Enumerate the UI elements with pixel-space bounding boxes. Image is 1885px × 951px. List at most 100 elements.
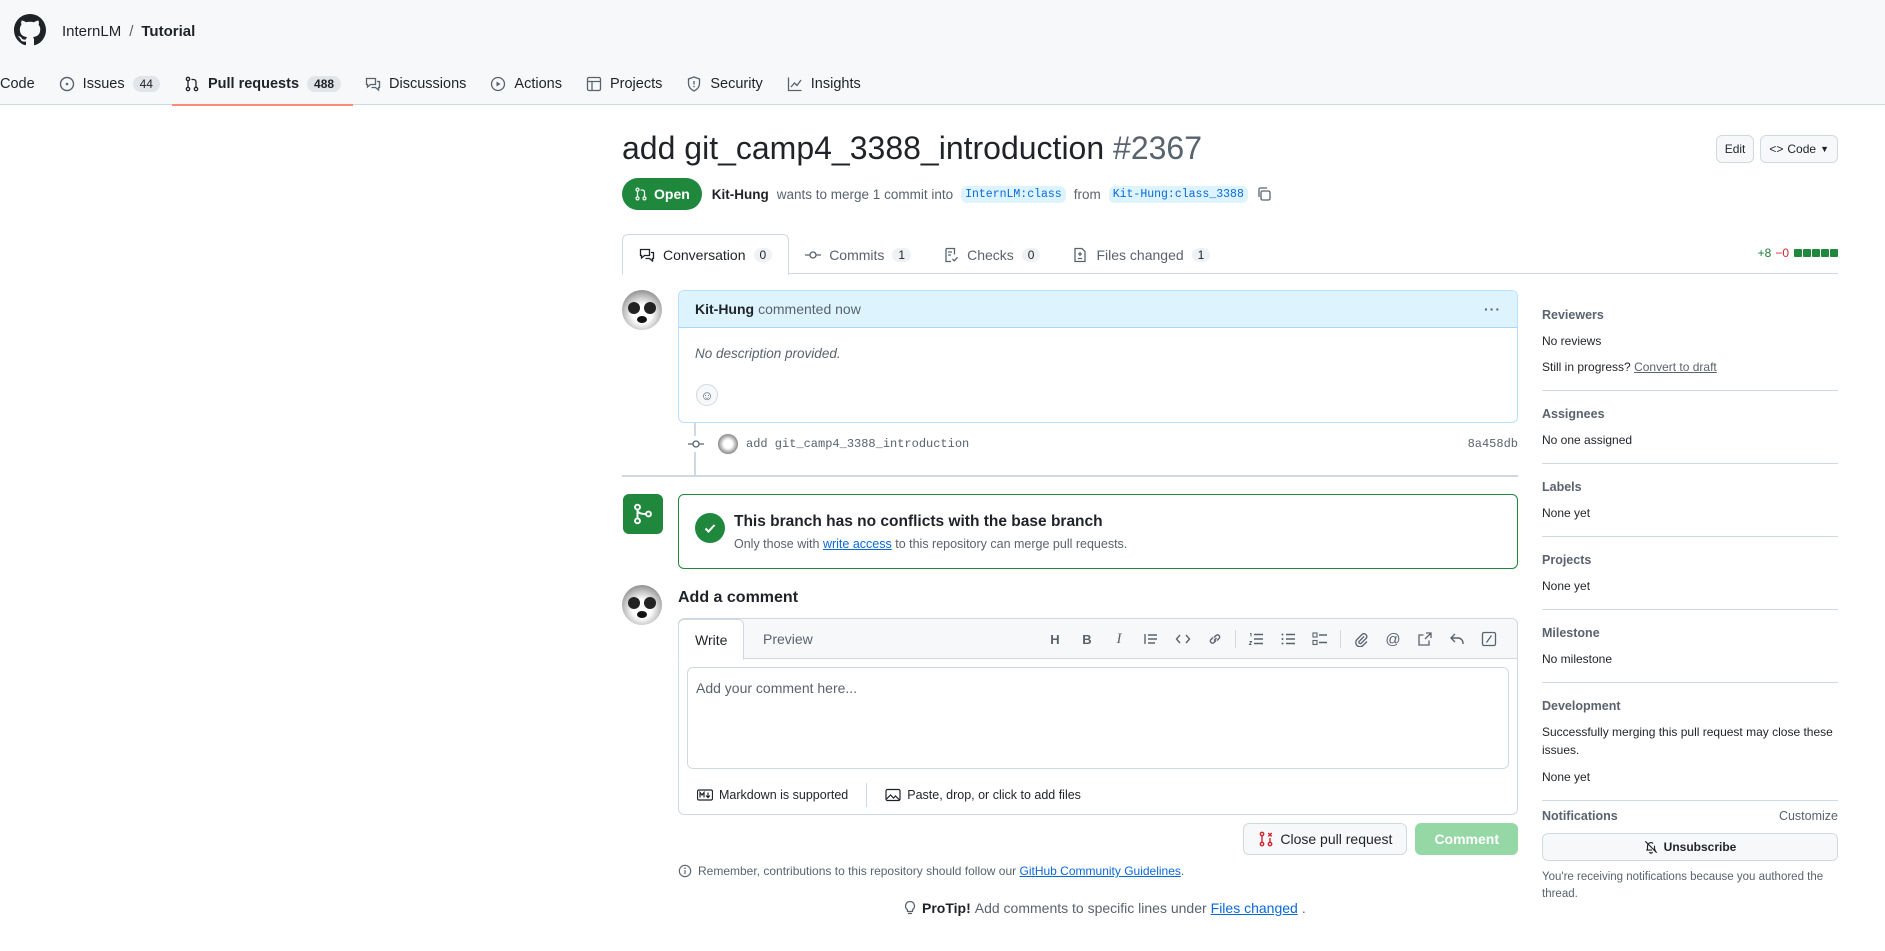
slash-command-icon[interactable]	[1473, 627, 1505, 651]
milestone-heading[interactable]: Milestone	[1542, 626, 1838, 640]
avatar[interactable]	[622, 585, 662, 625]
nav-issues[interactable]: Issues 44	[47, 62, 172, 105]
tab-commits-count: 1	[892, 247, 912, 262]
attach-files-button[interactable]: Paste, drop, or click to add files	[867, 787, 1099, 803]
unordered-list-icon[interactable]	[1272, 627, 1304, 651]
diffstat-deletions: −0	[1775, 246, 1789, 260]
edit-button-label: Edit	[1724, 142, 1746, 156]
nav-projects[interactable]: Projects	[574, 62, 674, 105]
cross-reference-icon[interactable]	[1409, 627, 1441, 651]
kebab-menu-icon[interactable]: ···	[1484, 301, 1501, 317]
nav-insights[interactable]: Insights	[775, 62, 873, 105]
guidelines-note: Remember, contributions to this reposito…	[678, 864, 1184, 878]
tab-checks-label: Checks	[967, 246, 1014, 263]
development-heading[interactable]: Development	[1542, 699, 1838, 713]
labels-heading[interactable]: Labels	[1542, 480, 1838, 494]
tab-commits[interactable]: Commits 1	[789, 234, 927, 275]
tab-checks-count: 0	[1021, 247, 1041, 262]
assignees-heading[interactable]: Assignees	[1542, 407, 1838, 421]
comment-textarea[interactable]: Add your comment here...	[687, 667, 1509, 769]
diffstat: +8 −0	[1758, 246, 1838, 260]
community-guidelines-link[interactable]: GitHub Community Guidelines	[1020, 864, 1181, 878]
comment-author[interactable]: Kit-Hung	[695, 301, 754, 317]
nav-code-label: Code	[0, 75, 35, 92]
pull-requests-counter: 488	[307, 75, 342, 92]
caret-down-icon: ▼	[1820, 144, 1829, 154]
commit-avatar[interactable]	[718, 434, 738, 454]
commit-message[interactable]: add git_camp4_3388_introduction	[746, 437, 969, 451]
breadcrumb-owner[interactable]: InternLM	[62, 23, 121, 40]
unsubscribe-button[interactable]: Unsubscribe	[1542, 833, 1838, 861]
development-desc: Successfully merging this pull request m…	[1542, 725, 1833, 757]
tab-write[interactable]: Write	[678, 619, 745, 660]
comment-box: Kit-Hung commented now ··· No descriptio…	[678, 290, 1518, 423]
notifications-note: You're receiving notifications because y…	[1542, 871, 1824, 900]
status-badge: Open	[622, 178, 702, 210]
customize-link[interactable]: Customize	[1779, 809, 1838, 823]
head-branch[interactable]: Kit-Hung:class_3388	[1108, 185, 1248, 203]
milestone-value: No milestone	[1542, 652, 1613, 666]
attach-note: Paste, drop, or click to add files	[907, 788, 1081, 802]
comment-button[interactable]: Comment	[1415, 823, 1518, 855]
light-bulb-icon	[904, 900, 916, 915]
sidebar-notifications: Notifications Customize Unsubscribe You'…	[1542, 809, 1838, 917]
tab-checks[interactable]: Checks 0	[927, 234, 1056, 275]
copy-icon[interactable]	[1256, 186, 1272, 202]
nav-issues-label: Issues	[82, 75, 125, 92]
nav-security-label: Security	[710, 75, 763, 92]
mention-icon[interactable]: @	[1377, 627, 1409, 651]
diffstat-bar	[1793, 246, 1838, 260]
sidebar-projects: Projects None yet	[1542, 545, 1838, 610]
reviewers-heading[interactable]: Reviewers	[1542, 308, 1838, 322]
nav-pull-requests[interactable]: Pull requests 488	[171, 62, 354, 106]
quote-icon[interactable]	[1135, 627, 1167, 651]
base-branch[interactable]: InternLM:class	[961, 185, 1066, 203]
editor-tabs: Write Preview H B I @	[678, 619, 1517, 660]
tab-files-changed[interactable]: Files changed 1	[1056, 234, 1226, 275]
comment-timestamp: commented now	[758, 301, 861, 317]
bold-icon[interactable]: B	[1071, 627, 1103, 651]
merge-status-title: This branch has no conflicts with the ba…	[734, 513, 1103, 530]
files-changed-link[interactable]: Files changed	[1211, 900, 1298, 916]
heading-icon[interactable]: H	[1039, 627, 1071, 651]
avatar[interactable]	[622, 290, 662, 330]
github-logo-icon[interactable]	[14, 14, 46, 46]
projects-heading[interactable]: Projects	[1542, 553, 1838, 567]
close-pull-request-button[interactable]: Close pull request	[1243, 823, 1408, 855]
protip: ProTip! Add comments to specific lines u…	[902, 900, 1306, 916]
link-icon[interactable]	[1199, 627, 1231, 651]
smiley-icon[interactable]: ☺	[696, 384, 718, 406]
check-circle-icon	[695, 513, 725, 543]
convert-to-draft-link[interactable]: Convert to draft	[1634, 360, 1717, 374]
code-dropdown-button[interactable]: <> Code ▼	[1760, 135, 1838, 163]
sidebar-reviewers: Reviewers No reviews Still in progress? …	[1542, 300, 1838, 391]
nav-actions[interactable]: Actions	[478, 62, 574, 105]
tab-conversation[interactable]: Conversation 0	[622, 234, 790, 275]
tab-preview[interactable]: Preview	[747, 619, 829, 659]
pull-request-icon	[185, 76, 199, 91]
graph-icon	[787, 77, 802, 91]
nav-discussions[interactable]: Discussions	[353, 62, 478, 105]
breadcrumb-repo[interactable]: Tutorial	[141, 23, 195, 40]
pr-author[interactable]: Kit-Hung	[712, 187, 769, 202]
notifications-heading: Notifications Customize	[1542, 809, 1838, 823]
reply-icon[interactable]	[1441, 627, 1473, 651]
code-icon[interactable]	[1167, 627, 1199, 651]
breadcrumb: InternLM / Tutorial	[62, 23, 195, 40]
toolbar-divider	[1340, 630, 1341, 648]
ordered-list-icon[interactable]	[1240, 627, 1272, 651]
italic-icon[interactable]: I	[1103, 627, 1135, 651]
markdown-supported-link[interactable]: Markdown is supported	[679, 787, 866, 803]
comment-header: Kit-Hung commented now ···	[679, 291, 1517, 328]
paperclip-icon[interactable]	[1345, 627, 1377, 651]
comment-editor: Write Preview H B I @ Add your comment h…	[678, 618, 1518, 815]
bell-slash-icon	[1644, 840, 1657, 854]
nav-security[interactable]: Security	[674, 62, 774, 105]
pull-request-closed-icon	[1259, 831, 1273, 847]
edit-button[interactable]: Edit	[1715, 135, 1755, 163]
write-access-link[interactable]: write access	[823, 537, 892, 551]
protip-after: .	[1301, 900, 1306, 916]
commit-sha[interactable]: 8a458db	[1468, 437, 1518, 451]
task-list-icon[interactable]	[1304, 627, 1336, 651]
nav-code[interactable]: Code	[0, 62, 47, 105]
